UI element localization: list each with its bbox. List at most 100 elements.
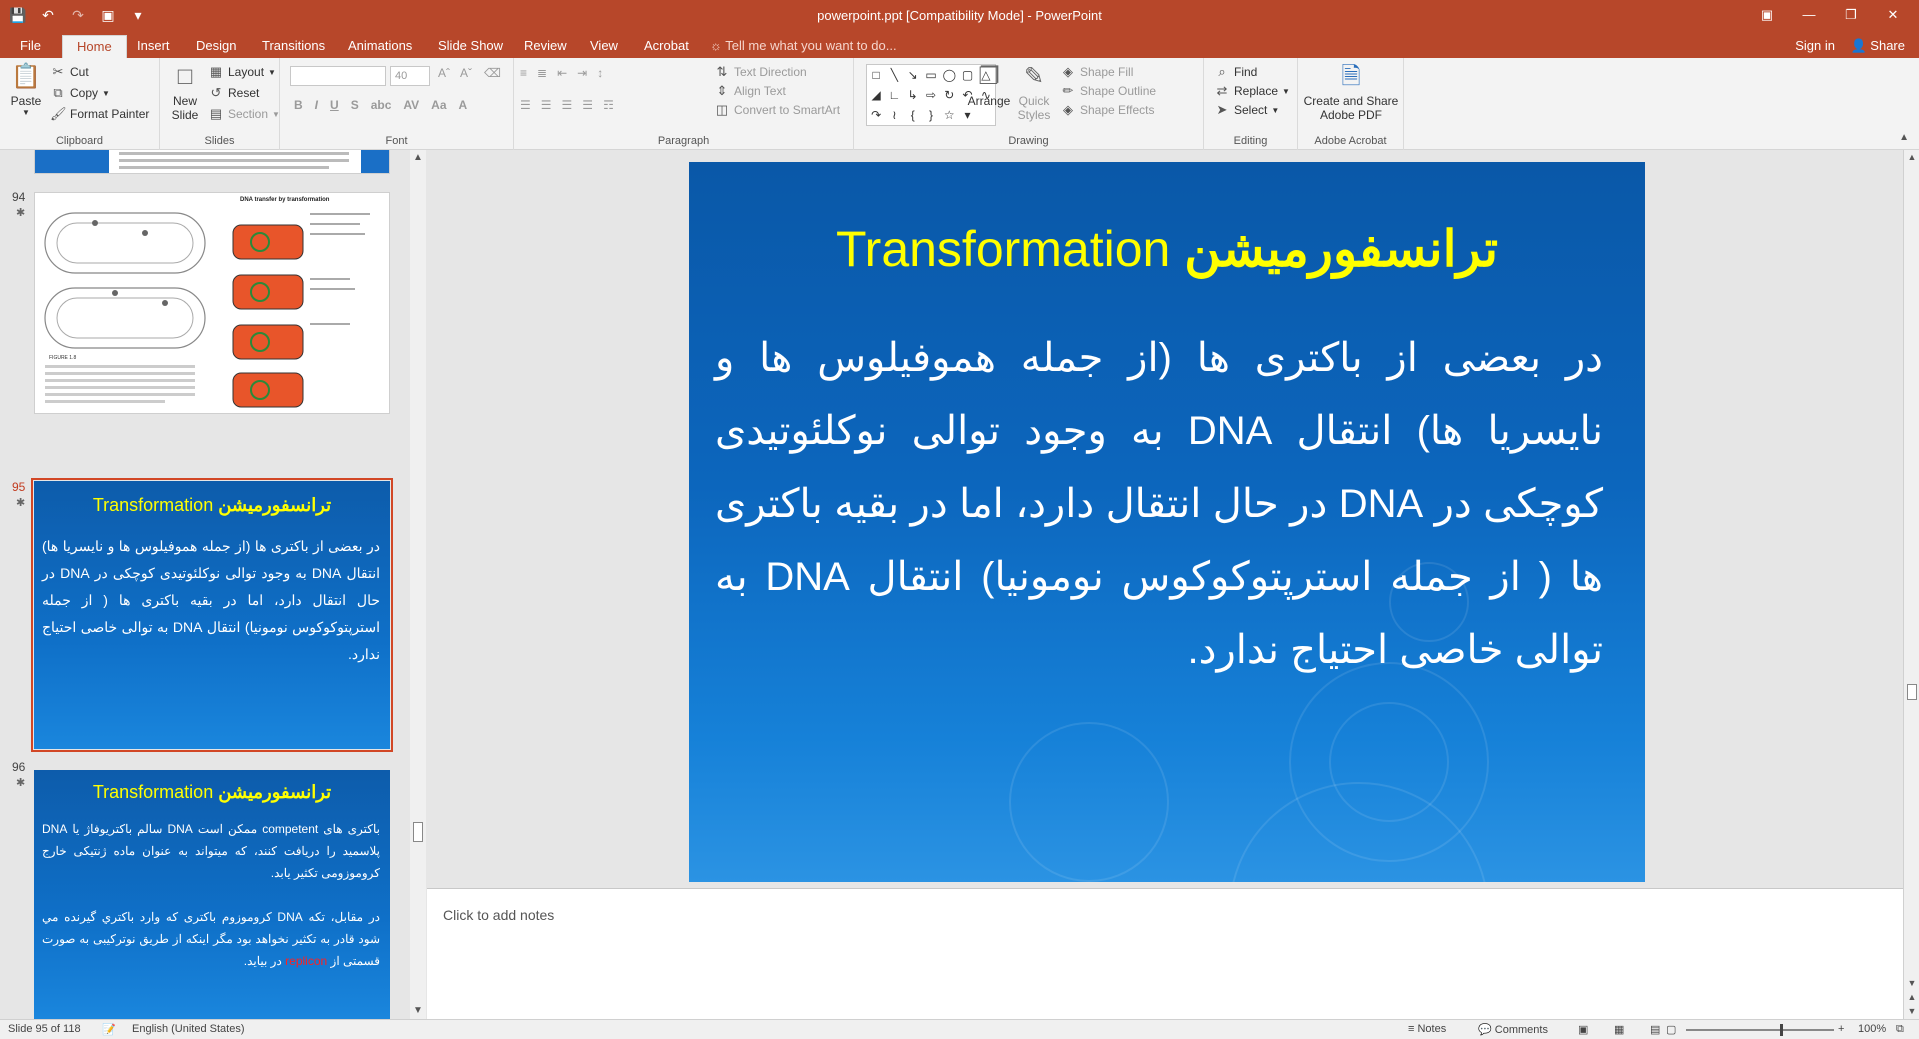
tab-transitions[interactable]: Transitions <box>248 35 339 58</box>
tab-view[interactable]: View <box>576 35 632 58</box>
convert-smartart-button[interactable]: ◫ Convert to SmartArt <box>714 102 840 118</box>
collapse-ribbon-icon[interactable]: ▲ <box>1899 132 1909 143</box>
shape-effects-button[interactable]: ◈ Shape Effects <box>1060 102 1155 118</box>
justify-icon[interactable]: ☰ <box>582 98 593 112</box>
font-name-box[interactable] <box>290 66 386 86</box>
new-slide-button[interactable]: □ New Slide <box>164 62 206 122</box>
zoom-level[interactable]: 100% <box>1858 1023 1886 1035</box>
clipboard-group-label: Clipboard <box>55 135 104 147</box>
italic-icon[interactable]: I <box>315 98 318 112</box>
zoom-slider-knob[interactable] <box>1780 1024 1783 1036</box>
cut-button[interactable]: ✂ Cut <box>50 64 89 80</box>
zoom-in-icon[interactable]: + <box>1838 1023 1844 1035</box>
create-share-pdf-button[interactable]: 🗎 Create and Share Adobe PDF <box>1302 62 1400 122</box>
align-right-icon[interactable]: ☰ <box>562 98 573 112</box>
slide-thumbnail-95[interactable]: Transformation ترانسفورميشن در بعضی از ب… <box>34 481 390 749</box>
thumbnail-scrollbar[interactable]: ▲ ▼ <box>410 150 426 1019</box>
quick-styles-icon: ✎ <box>1023 63 1045 90</box>
shape-fill-button[interactable]: ◈ Shape Fill <box>1060 64 1133 80</box>
notes-pane[interactable]: Click to add notes <box>427 888 1903 1019</box>
replace-button[interactable]: ⇄ Replace ▼ <box>1214 83 1290 99</box>
quick-styles-button[interactable]: ✎ Quick Styles <box>1014 62 1054 122</box>
bullets-icon[interactable]: ≡ <box>520 66 527 80</box>
arrange-label: Arrange <box>967 94 1011 108</box>
shape-outline-button[interactable]: ✏ Shape Outline <box>1060 83 1157 99</box>
slide-thumbnail-94[interactable]: FIGURE 1.8 DNA transfer by transformatio… <box>34 192 390 414</box>
slide-body-text[interactable]: در بعضی از باکتری ها (از جمله هموفیلوس ه… <box>715 322 1603 687</box>
slide-thumbnail-93[interactable] <box>34 150 390 174</box>
share-button[interactable]: 👤 Share <box>1850 35 1905 57</box>
spell-check-icon[interactable]: 📝 <box>102 1023 116 1036</box>
zoom-slider[interactable] <box>1686 1029 1834 1031</box>
thumb96-title-fa: ترانسفورميشن <box>218 782 332 802</box>
copy-button[interactable]: ⧉ Copy ▼ <box>50 85 110 101</box>
slide-title[interactable]: Transformation ترانسفورميشن <box>689 220 1645 278</box>
select-button[interactable]: ➤ Select ▼ <box>1214 102 1280 118</box>
line-spacing-icon[interactable]: ↕ <box>597 66 603 80</box>
decrease-indent-icon[interactable]: ⇤ <box>557 66 567 80</box>
font-color-icon[interactable]: A <box>459 98 468 112</box>
underline-icon[interactable]: U <box>330 98 339 112</box>
align-left-icon[interactable]: ☰ <box>520 98 531 112</box>
layout-button[interactable]: ▦ Layout ▼ <box>208 64 276 80</box>
slide-thumbnail-96[interactable]: Transformation ترانسفورميشن باکتری های c… <box>34 770 390 1019</box>
reading-view-icon[interactable]: ▤ <box>1650 1023 1660 1036</box>
ribbon-display-icon[interactable]: ▣ <box>1747 4 1787 26</box>
align-text-button[interactable]: ⇕ Align Text <box>714 83 786 99</box>
sign-in-link[interactable]: Sign in <box>1795 35 1835 57</box>
scroll-down-icon[interactable]: ▼ <box>1904 976 1919 990</box>
slide-sorter-icon[interactable]: ▦ <box>1614 1023 1624 1036</box>
normal-view-icon[interactable]: ▣ <box>1578 1023 1588 1036</box>
shadow-text-icon[interactable]: abc <box>371 98 392 112</box>
char-spacing-icon[interactable]: AV <box>403 98 419 112</box>
change-case-icon[interactable]: Aa <box>431 98 446 112</box>
fit-to-window-icon[interactable]: ⧉ <box>1896 1023 1904 1036</box>
close-icon[interactable]: ✕ <box>1873 4 1913 26</box>
next-slide-icon[interactable]: ▼ <box>1904 1004 1919 1018</box>
slide-scrollbar[interactable]: ▲ ▼ ▲ ▼ <box>1903 150 1919 1019</box>
columns-icon[interactable]: ☶ <box>603 98 614 112</box>
restore-icon[interactable]: ❐ <box>1831 4 1871 26</box>
shrink-font-icon[interactable]: Aˇ <box>460 66 472 80</box>
numbering-icon[interactable]: ≣ <box>537 66 547 80</box>
format-painter-button[interactable]: 🖌 Format Painter <box>50 106 149 122</box>
bold-icon[interactable]: B <box>294 98 303 112</box>
grow-font-icon[interactable]: Aˆ <box>438 66 450 80</box>
language-indicator[interactable]: English (United States) <box>132 1023 245 1035</box>
reset-button[interactable]: ↺ Reset <box>208 85 260 101</box>
minimize-icon[interactable]: — <box>1789 4 1829 26</box>
slideshow-view-icon[interactable]: ▢ <box>1666 1023 1676 1036</box>
strikethrough-icon[interactable]: S <box>351 98 359 112</box>
tab-file[interactable]: File <box>6 35 55 58</box>
tab-home[interactable]: Home <box>62 35 127 58</box>
tab-insert[interactable]: Insert <box>123 35 184 58</box>
scroll-up-icon[interactable]: ▲ <box>410 150 426 166</box>
text-direction-button[interactable]: ⇅ Text Direction <box>714 64 807 80</box>
paste-button[interactable]: 📋 Paste ▼ <box>6 62 46 117</box>
thumbnail-scroll-thumb[interactable] <box>413 822 423 842</box>
increase-indent-icon[interactable]: ⇥ <box>577 66 587 80</box>
clear-formatting-icon[interactable]: ⌫ <box>484 66 501 80</box>
tab-animations[interactable]: Animations <box>334 35 426 58</box>
tab-design[interactable]: Design <box>182 35 250 58</box>
comments-toggle[interactable]: 💬 Comments <box>1478 1023 1548 1036</box>
editing-group-label: Editing <box>1233 135 1268 147</box>
font-size-box[interactable]: 40 <box>390 66 430 86</box>
tab-review[interactable]: Review <box>510 35 581 58</box>
create-share-line2: Adobe PDF <box>1319 108 1383 122</box>
tell-me-box[interactable]: ☼ Tell me what you want to do... <box>710 35 897 58</box>
notes-toggle[interactable]: ≡ Notes <box>1408 1023 1446 1035</box>
current-slide[interactable]: Transformation ترانسفورميشن در بعضی از ب… <box>689 162 1645 882</box>
chevron-down-icon: ▼ <box>272 109 280 119</box>
slide-scroll-thumb[interactable] <box>1907 684 1917 700</box>
align-center-icon[interactable]: ☰ <box>541 98 552 112</box>
scroll-up-icon[interactable]: ▲ <box>1904 150 1919 164</box>
shape-effects-label: Shape Effects <box>1080 103 1155 117</box>
find-button[interactable]: ⌕ Find <box>1214 64 1257 80</box>
previous-slide-icon[interactable]: ▲ <box>1904 990 1919 1004</box>
tab-slide-show[interactable]: Slide Show <box>424 35 517 58</box>
tab-acrobat[interactable]: Acrobat <box>630 35 703 58</box>
section-button[interactable]: ▤ Section ▼ <box>208 106 280 122</box>
scroll-down-icon[interactable]: ▼ <box>410 1003 426 1019</box>
arrange-button[interactable]: ❐ Arrange <box>966 62 1012 108</box>
